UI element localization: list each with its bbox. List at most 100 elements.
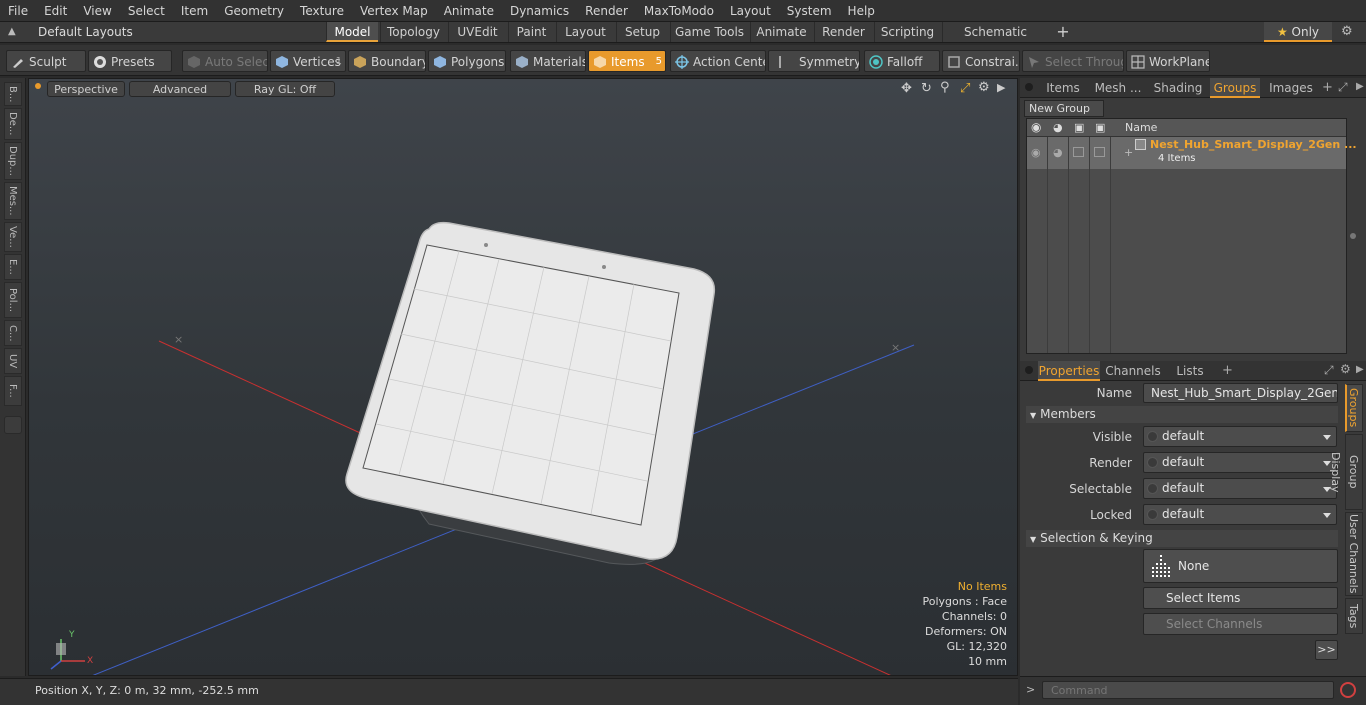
tab-game-tools[interactable]: Game Tools bbox=[670, 22, 748, 42]
menu-render[interactable]: Render bbox=[577, 0, 636, 22]
sculpt-button[interactable]: Sculpt bbox=[6, 50, 86, 72]
panel-menu-arrow-icon[interactable]: ▶ bbox=[1356, 81, 1364, 92]
symmetry-button[interactable]: Symmetry bbox=[768, 50, 860, 72]
tab-setup[interactable]: Setup bbox=[616, 22, 668, 42]
tab-schematic-fusion[interactable]: Schematic Fusion bbox=[942, 22, 1048, 59]
tab-paint[interactable]: Paint bbox=[508, 22, 554, 42]
eye-icon[interactable]: ◉ bbox=[1031, 120, 1041, 134]
left-tab-curve[interactable]: C... bbox=[4, 320, 22, 346]
presets-button[interactable]: Presets bbox=[88, 50, 172, 72]
constraints-button[interactable]: Constrai... bbox=[942, 50, 1020, 72]
menu-dynamics[interactable]: Dynamics bbox=[502, 0, 577, 22]
menu-texture[interactable]: Texture bbox=[292, 0, 352, 22]
tab-mesh[interactable]: Mesh ... bbox=[1090, 78, 1146, 98]
add-props-tab-icon[interactable]: + bbox=[1222, 363, 1233, 378]
expand-icon[interactable]: + bbox=[1124, 146, 1133, 159]
selectable-dropdown[interactable]: default bbox=[1143, 478, 1337, 499]
tab-render[interactable]: Render bbox=[814, 22, 872, 42]
more-button[interactable]: >> bbox=[1315, 640, 1338, 660]
tab-channels[interactable]: Channels bbox=[1104, 361, 1162, 381]
none-keying-button[interactable]: None bbox=[1143, 549, 1338, 583]
viewport-gear-icon[interactable]: ⚙ bbox=[978, 80, 990, 95]
select-through-button[interactable]: Select Through bbox=[1022, 50, 1124, 72]
menu-animate[interactable]: Animate bbox=[436, 0, 502, 22]
layouts-dropdown[interactable]: Default Layouts ▾ bbox=[30, 22, 140, 59]
record-icon[interactable] bbox=[1340, 682, 1356, 698]
zoom-view-icon[interactable]: ⚲ bbox=[940, 80, 950, 95]
side-tab-groups[interactable]: Groups bbox=[1345, 384, 1363, 432]
left-tab-duplicate[interactable]: Dup... bbox=[4, 142, 22, 180]
select-items-button[interactable]: Select Items bbox=[1143, 587, 1338, 609]
group-row[interactable]: ◉ ◕ + Nest_Hub_Smart_Display_2Gen ... 4 … bbox=[1027, 137, 1357, 169]
tab-topology[interactable]: Topology bbox=[380, 22, 446, 42]
side-tab-tags[interactable]: Tags bbox=[1345, 598, 1363, 634]
left-tab-polygon[interactable]: Pol... bbox=[4, 282, 22, 318]
menu-view[interactable]: View bbox=[75, 0, 119, 22]
add-panel-tab-icon[interactable]: + bbox=[1322, 80, 1333, 95]
left-tab-fusion[interactable]: F... bbox=[4, 376, 22, 406]
tab-animate[interactable]: Animate bbox=[750, 22, 812, 42]
polygons-button[interactable]: Polygons bbox=[428, 50, 506, 72]
name-field[interactable]: Nest_Hub_Smart_Display_2Gen_Char bbox=[1143, 383, 1338, 403]
side-tab-group-display[interactable]: Group Display bbox=[1329, 434, 1363, 510]
left-tab-deform[interactable]: De... bbox=[4, 108, 22, 140]
row-render-icon[interactable]: ◕ bbox=[1053, 146, 1063, 159]
props-menu-arrow-icon[interactable]: ▶ bbox=[1356, 364, 1364, 375]
expand-panel-icon[interactable]: ⤢ bbox=[1338, 80, 1348, 95]
menu-maxtomodo[interactable]: MaxToModo bbox=[636, 0, 722, 22]
menu-vertex-map[interactable]: Vertex Map bbox=[352, 0, 436, 22]
action-center-button[interactable]: Action Center bbox=[670, 50, 766, 72]
tab-lists[interactable]: Lists bbox=[1170, 361, 1210, 381]
tab-items[interactable]: Items bbox=[1040, 78, 1086, 98]
render-dropdown[interactable]: default bbox=[1143, 452, 1337, 473]
tab-scripting[interactable]: Scripting bbox=[874, 22, 940, 42]
command-input[interactable] bbox=[1042, 681, 1334, 699]
locked-dropdown[interactable]: default bbox=[1143, 504, 1337, 525]
materials-button[interactable]: Materials bbox=[510, 50, 586, 72]
items-button[interactable]: Items 5 bbox=[588, 50, 666, 72]
viewport-menu-arrow-icon[interactable]: ▶ bbox=[997, 81, 1005, 94]
side-tab-user-channels[interactable]: User Channels bbox=[1345, 512, 1363, 596]
name-column-header[interactable]: Name bbox=[1125, 121, 1157, 134]
select-channels-button[interactable]: Select Channels bbox=[1143, 613, 1338, 635]
menu-geometry[interactable]: Geometry bbox=[216, 0, 292, 22]
workplane-button[interactable]: WorkPlane bbox=[1126, 50, 1210, 72]
vertices-button[interactable]: Vertices 1 bbox=[270, 50, 346, 72]
3d-viewport[interactable]: × × Y X Perspective Advanced Ray GL: Off… bbox=[28, 78, 1018, 676]
row-lock-box[interactable] bbox=[1073, 147, 1084, 157]
collapse-icon[interactable]: ▲ bbox=[8, 26, 16, 37]
boundary-button[interactable]: Boundary bbox=[348, 50, 426, 72]
gear-icon[interactable]: ⚙ bbox=[1341, 24, 1353, 39]
left-tab-basic[interactable]: B... bbox=[4, 82, 22, 106]
menu-edit[interactable]: Edit bbox=[36, 0, 75, 22]
menu-file[interactable]: File bbox=[0, 0, 36, 22]
expand-props-icon[interactable]: ⤢ bbox=[1324, 363, 1334, 378]
rotate-view-icon[interactable]: ↻ bbox=[921, 81, 932, 96]
tab-layout[interactable]: Layout bbox=[556, 22, 614, 42]
menu-item[interactable]: Item bbox=[173, 0, 216, 22]
left-tab-uv[interactable]: UV bbox=[4, 348, 22, 374]
left-tab-edge[interactable]: E... bbox=[4, 254, 22, 280]
visible-dropdown[interactable]: default bbox=[1143, 426, 1337, 447]
lock-icon[interactable]: ▣ bbox=[1074, 121, 1084, 134]
view-perspective-button[interactable]: Perspective bbox=[47, 81, 125, 97]
tab-uvedit[interactable]: UVEdit bbox=[448, 22, 506, 42]
row-eye-icon[interactable]: ◉ bbox=[1031, 146, 1041, 159]
tab-properties[interactable]: Properties bbox=[1038, 361, 1100, 381]
auto-select-button[interactable]: Auto Select bbox=[182, 50, 268, 72]
view-shading-button[interactable]: Advanced bbox=[129, 81, 231, 97]
render-icon[interactable]: ◕ bbox=[1053, 121, 1063, 134]
scrollbar-handle[interactable] bbox=[1350, 233, 1356, 239]
left-tab-mesh-edit[interactable]: Mes... bbox=[4, 182, 22, 220]
menu-help[interactable]: Help bbox=[840, 0, 883, 22]
raygl-button[interactable]: Ray GL: Off bbox=[235, 81, 335, 97]
tab-images[interactable]: Images bbox=[1266, 78, 1316, 98]
tab-model[interactable]: Model bbox=[326, 22, 378, 42]
menu-layout[interactable]: Layout bbox=[722, 0, 779, 22]
members-section[interactable]: ▼ Members bbox=[1026, 406, 1338, 423]
select-icon[interactable]: ▣ bbox=[1095, 121, 1105, 134]
tab-shading[interactable]: Shading bbox=[1150, 78, 1206, 98]
menu-system[interactable]: System bbox=[779, 0, 840, 22]
left-tab-toggle[interactable] bbox=[4, 416, 22, 434]
tab-groups[interactable]: Groups bbox=[1210, 78, 1260, 98]
